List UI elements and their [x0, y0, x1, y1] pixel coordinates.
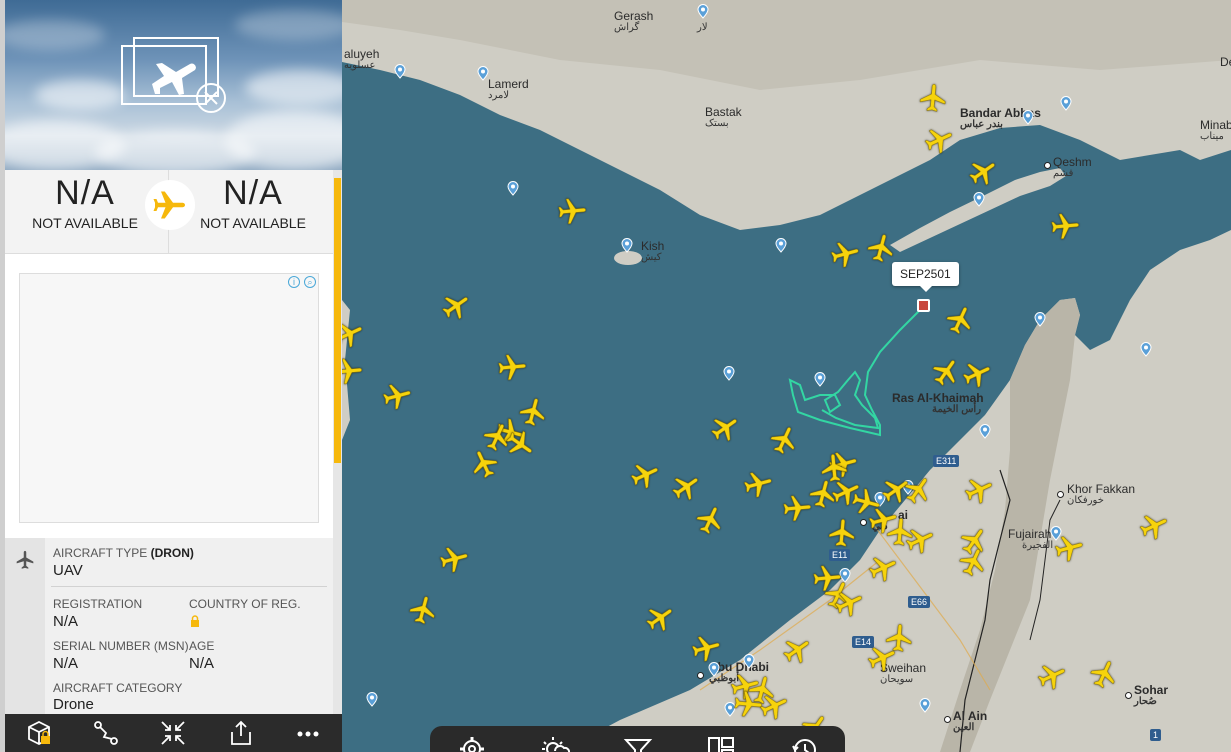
airport-pin-icon[interactable]: [621, 238, 633, 253]
feedback-icon[interactable]: ⌕: [304, 276, 316, 288]
city-dot-al-ain: [944, 716, 951, 723]
settings-icon[interactable]: [457, 734, 487, 752]
destination-code: N/A: [223, 174, 283, 212]
road-sign: E11: [829, 549, 851, 561]
airport-pin-icon[interactable]: [366, 692, 378, 707]
road-sign: E311: [933, 455, 960, 467]
aircraft-marker[interactable]: [556, 195, 589, 228]
panel-toolbar: [5, 714, 342, 752]
aircraft-marker[interactable]: [1049, 210, 1082, 243]
city-dot-abu-dhabi: [697, 672, 704, 679]
registration-label: REGISTRATION: [53, 597, 143, 611]
weather-icon[interactable]: [540, 734, 570, 752]
widgets-icon[interactable]: [706, 734, 736, 752]
aircraft-marker[interactable]: [826, 517, 859, 550]
ad-area: i ⌕: [5, 254, 333, 538]
selected-flight-callout[interactable]: SEP2501: [892, 262, 959, 292]
place-ras-al-khaimah: Ras Al-Khaimah رأس الخيمة: [892, 391, 984, 415]
airport-pin-icon[interactable]: [1060, 96, 1072, 111]
aircraft-marker[interactable]: [781, 492, 814, 525]
place-qeshm: Qeshm قشم: [1053, 155, 1092, 179]
place-kish: Kish کیش: [641, 239, 665, 263]
airport-pin-icon[interactable]: [1140, 342, 1152, 357]
info-icon[interactable]: i: [288, 276, 300, 288]
origin-name: NOT AVAILABLE: [32, 215, 138, 231]
age-value: N/A: [189, 655, 215, 672]
aircraft-photo-placeholder: [5, 0, 342, 170]
city-dot-dubai: [860, 519, 867, 526]
origin-code: N/A: [55, 174, 115, 212]
ad-banner[interactable]: i ⌕: [19, 273, 319, 523]
place-minab: Minab میناب: [1200, 118, 1231, 142]
no-photo-icon: [121, 37, 226, 113]
aircraft-marker[interactable]: [917, 82, 950, 115]
origin-airport[interactable]: N/A NOT AVAILABLE: [5, 174, 165, 231]
airport-pin-icon[interactable]: [1034, 312, 1046, 327]
serial-number-label: SERIAL NUMBER (MSN): [53, 639, 189, 653]
panel-scrollbar[interactable]: [333, 170, 342, 714]
selected-drone-marker[interactable]: [917, 299, 930, 312]
share-icon[interactable]: [227, 719, 255, 747]
route-summary: N/A NOT AVAILABLE N/A NOT AVAILABLE: [5, 170, 333, 254]
aircraft-type-value: UAV: [53, 562, 83, 579]
aircraft-section-icon-column: [5, 538, 45, 714]
airport-pin-icon[interactable]: [743, 654, 755, 669]
aircraft-marker[interactable]: [732, 688, 765, 721]
airport-pin-icon[interactable]: [697, 4, 709, 19]
aircraft-info-section: AIRCRAFT TYPE (DRON) UAV REGISTRATION N/…: [5, 538, 333, 714]
destination-name: NOT AVAILABLE: [200, 215, 306, 231]
ad-choices[interactable]: i ⌕: [288, 276, 316, 288]
city-dot-qeshm: [1044, 162, 1051, 169]
flight-details-panel: N/A NOT AVAILABLE N/A NOT AVAILABLE i ⌕: [5, 0, 342, 752]
place-gerash: Gerash گراش: [614, 9, 654, 33]
aircraft-info-body: AIRCRAFT TYPE (DRON) UAV REGISTRATION N/…: [45, 538, 333, 714]
airport-pin-icon[interactable]: [394, 64, 406, 79]
destination-airport[interactable]: N/A NOT AVAILABLE: [173, 174, 333, 231]
lock-icon[interactable]: [190, 614, 200, 627]
more-icon[interactable]: [294, 719, 322, 747]
airport-pin-icon[interactable]: [1022, 110, 1034, 125]
place-lamerd: Lamerd لامرد: [488, 77, 529, 101]
route-icon[interactable]: [92, 719, 120, 747]
playback-icon[interactable]: [789, 734, 819, 752]
place-khor-fakkan: Khor Fakkan خورفكان: [1067, 482, 1136, 506]
3d-view-icon[interactable]: [25, 719, 53, 747]
airport-pin-icon[interactable]: [507, 181, 519, 196]
place-bastak: Bastak بستک: [705, 105, 742, 129]
serial-number-value: N/A: [53, 655, 79, 672]
aircraft-marker[interactable]: [496, 351, 529, 384]
road-sign: 1: [1150, 729, 1162, 741]
airport-pin-icon[interactable]: [919, 698, 931, 713]
airport-pin-icon[interactable]: [814, 372, 826, 387]
aircraft-type-code: (DRON): [150, 546, 194, 560]
age-label: AGE: [189, 639, 215, 653]
place-fujairah: Fujairah الفجيرة: [1008, 527, 1054, 551]
place-sohar: Sohar صُحار: [1134, 683, 1169, 707]
airport-pin-icon[interactable]: [973, 192, 985, 207]
airport-pin-icon[interactable]: [477, 66, 489, 81]
country-label: COUNTRY OF REG.: [189, 597, 301, 611]
place-asaluyeh: aluyeh عسلویه: [344, 47, 380, 71]
map-toolbar: [430, 726, 845, 752]
city-dot-sohar: [1125, 692, 1132, 699]
aircraft-type-label: AIRCRAFT TYPE (DRON): [53, 546, 194, 560]
road-sign: E66: [908, 596, 931, 608]
airport-pin-icon[interactable]: [708, 662, 720, 677]
place-de: De: [1220, 55, 1231, 69]
aircraft-category-label: AIRCRAFT CATEGORY: [53, 681, 183, 695]
aircraft-category-value: Drone: [53, 696, 94, 713]
airplane-icon: [145, 180, 195, 230]
place-al-ain: Al Ain العين: [953, 709, 988, 733]
scrollbar-thumb[interactable]: [334, 178, 341, 463]
place-lar: لار: [697, 22, 708, 33]
airport-pin-icon[interactable]: [723, 366, 735, 381]
filter-icon[interactable]: [623, 734, 653, 752]
airport-pin-icon[interactable]: [979, 424, 991, 439]
airport-pin-icon[interactable]: [775, 238, 787, 253]
aircraft-icon: [15, 550, 35, 570]
follow-flight-icon[interactable]: [159, 719, 187, 747]
divider: [51, 586, 327, 587]
city-dot-khor-fakkan: [1057, 491, 1064, 498]
registration-value: N/A: [53, 613, 79, 630]
